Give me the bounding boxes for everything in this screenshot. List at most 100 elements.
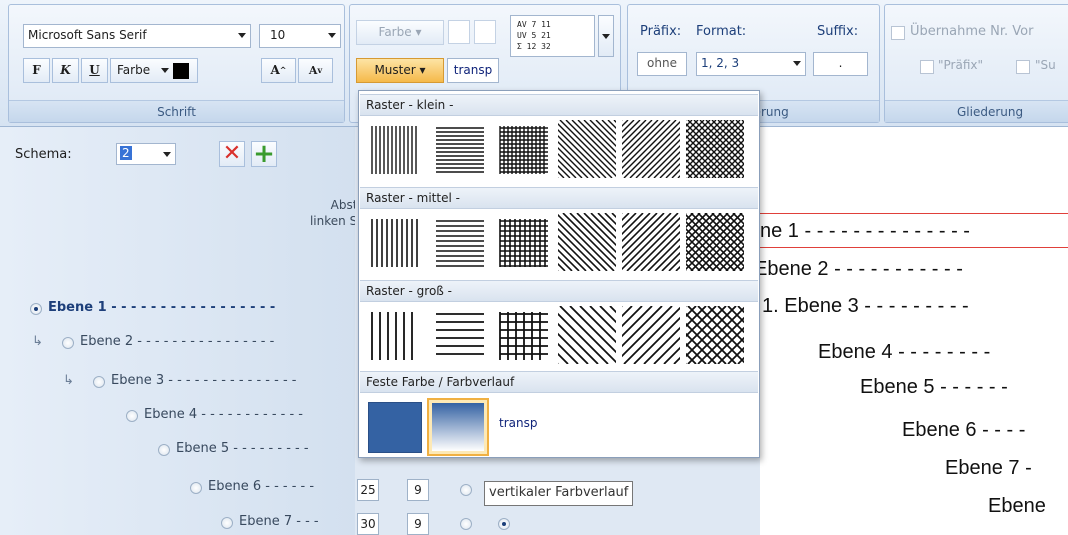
schrift-group: Microsoft Sans Serif 10 F K U Farbe A^ A… xyxy=(8,4,345,123)
row7-option-b-radio[interactable] xyxy=(498,518,510,530)
font-size-combo[interactable]: 10 xyxy=(259,24,341,48)
format-combo[interactable]: 1, 2, 3 xyxy=(696,52,806,76)
grid-pattern[interactable] xyxy=(494,306,552,364)
horizontal-lines-pattern[interactable] xyxy=(430,213,488,271)
chevron-down-icon xyxy=(793,61,801,66)
level-5-dashes: - - - - - - - - - xyxy=(233,441,309,456)
level-1-radio[interactable] xyxy=(30,303,42,315)
schema-combo[interactable]: 2 xyxy=(116,143,176,165)
grid-pattern[interactable] xyxy=(494,213,552,271)
muster-dropdown: Raster - klein - Raster - mittel - Raste… xyxy=(358,90,760,458)
font-size-value: 10 xyxy=(270,28,286,42)
format-value: 1, 2, 3 xyxy=(701,56,740,70)
crosshatch-pattern[interactable] xyxy=(686,306,744,364)
uebernahme-label: Übernahme Nr. Vor xyxy=(910,24,1034,39)
level-3-row[interactable]: Ebene 3 - - - - - - - - - - - - - - - xyxy=(111,373,296,388)
gliederung-group-title: Gliederung xyxy=(885,100,1068,122)
crosshatch-pattern[interactable] xyxy=(686,120,744,178)
level-2-label: Ebene 2 xyxy=(80,334,134,349)
prefix-input[interactable]: ohne xyxy=(637,52,687,76)
diagonal-down-pattern[interactable] xyxy=(558,120,616,178)
crosshatch-pattern[interactable] xyxy=(686,213,744,271)
vertical-lines-pattern[interactable] xyxy=(366,306,424,364)
grid-pattern[interactable] xyxy=(494,120,552,178)
diagonal-down-pattern[interactable] xyxy=(558,306,616,364)
grow-font-label: A xyxy=(270,63,280,77)
level-5-row[interactable]: Ebene 5 - - - - - - - - - xyxy=(176,441,309,456)
stats-box[interactable]: AV 7 11 UV 5 21 Σ 12 32 xyxy=(510,15,595,57)
level-2-radio[interactable] xyxy=(62,337,74,349)
arrow-return-icon: ↳ xyxy=(63,373,74,388)
row7-indent-input[interactable]: 30 xyxy=(357,513,379,535)
level-6-radio[interactable] xyxy=(190,482,202,494)
level-1-label: Ebene 1 xyxy=(48,300,107,315)
muster-button[interactable]: Muster ▾ xyxy=(356,58,444,83)
tooltip: vertikaler Farbverlauf xyxy=(484,481,634,506)
level-6-row[interactable]: Ebene 6 - - - - - - xyxy=(208,479,314,494)
canvas-line-5: Ebene 5 - - - - - - xyxy=(860,376,1008,398)
chevron-down-icon xyxy=(602,34,610,39)
solid-color-swatch[interactable] xyxy=(368,402,422,453)
row7-size-input[interactable]: 9 xyxy=(407,513,429,535)
level-7-label: Ebene 7 xyxy=(239,514,293,529)
add-icon[interactable]: + xyxy=(251,141,277,167)
canvas-line-1: ne 1 - - - - - - - - - - - - - - xyxy=(760,220,970,242)
grow-font-button[interactable]: A^ xyxy=(261,58,296,83)
schema-value: 2 xyxy=(120,146,132,160)
level-5-radio[interactable] xyxy=(158,444,170,456)
diagonal-up-pattern[interactable] xyxy=(622,213,680,271)
level-7-row[interactable]: Ebene 7 - - - xyxy=(239,514,319,529)
horizontal-lines-pattern[interactable] xyxy=(430,120,488,178)
level-1-row[interactable]: Ebene 1 - - - - - - - - - - - - - - - - … xyxy=(48,300,275,315)
suffix-input[interactable]: . xyxy=(813,52,868,76)
level-4-label: Ebene 4 xyxy=(144,407,198,422)
diagonal-up-pattern[interactable] xyxy=(622,120,680,178)
transp-option[interactable]: transp xyxy=(499,416,537,430)
level-3-label: Ebene 3 xyxy=(111,373,165,388)
underline-button[interactable]: U xyxy=(81,58,108,83)
level-7-radio[interactable] xyxy=(221,517,233,529)
stats-uv: UV 5 21 xyxy=(517,31,551,40)
bold-button[interactable]: F xyxy=(23,58,50,83)
section-raster-gross: Raster - groß - xyxy=(360,280,758,302)
font-color-button[interactable]: Farbe xyxy=(110,58,198,83)
shrink-font-button[interactable]: Av xyxy=(298,58,333,83)
font-name-value: Microsoft Sans Serif xyxy=(28,28,147,42)
stats-dropdown-button[interactable] xyxy=(598,15,614,57)
transp-preview[interactable]: transp xyxy=(447,58,499,83)
level-4-row[interactable]: Ebene 4 - - - - - - - - - - - - xyxy=(144,407,303,422)
farbe-button[interactable]: Farbe ▾ xyxy=(356,20,444,45)
canvas-line-7: Ebene 7 - xyxy=(945,457,1032,479)
level-4-dashes: - - - - - - - - - - - - xyxy=(201,407,303,422)
chevron-down-icon xyxy=(163,152,171,157)
color-box-1[interactable] xyxy=(448,20,470,44)
muster-label: Muster xyxy=(374,63,416,77)
vertical-lines-pattern[interactable] xyxy=(366,120,424,178)
diagonal-up-pattern[interactable] xyxy=(622,306,680,364)
format-label: Format: xyxy=(696,24,747,39)
level-2-row[interactable]: Ebene 2 - - - - - - - - - - - - - - - - xyxy=(80,334,274,349)
row7-option-a-radio[interactable] xyxy=(460,518,472,530)
section-raster-klein: Raster - klein - xyxy=(360,94,758,116)
level-4-radio[interactable] xyxy=(126,410,138,422)
color-box-2[interactable] xyxy=(474,20,496,44)
row6-indent-input[interactable]: 25 xyxy=(357,479,379,501)
diagonal-down-pattern[interactable] xyxy=(558,213,616,271)
font-name-combo[interactable]: Microsoft Sans Serif xyxy=(23,24,251,48)
vertical-gradient-swatch[interactable] xyxy=(427,398,489,456)
suffix-checkbox[interactable] xyxy=(1016,60,1030,74)
chevron-down-icon xyxy=(161,68,169,73)
delete-icon[interactable]: ✕ xyxy=(219,141,245,167)
italic-button[interactable]: K xyxy=(52,58,79,83)
gradient-fill xyxy=(432,403,484,451)
praefix-checkbox[interactable] xyxy=(920,60,934,74)
level-2-dashes: - - - - - - - - - - - - - - - - xyxy=(137,334,275,349)
uebernahme-checkbox[interactable] xyxy=(891,26,905,40)
suffix-label: Suffix: xyxy=(817,24,859,39)
row6-option-radio[interactable] xyxy=(460,484,472,496)
level-3-radio[interactable] xyxy=(93,376,105,388)
horizontal-lines-pattern[interactable] xyxy=(430,306,488,364)
row6-size-input[interactable]: 9 xyxy=(407,479,429,501)
vertical-lines-pattern[interactable] xyxy=(366,213,424,271)
canvas-line-bottom xyxy=(760,247,1068,248)
